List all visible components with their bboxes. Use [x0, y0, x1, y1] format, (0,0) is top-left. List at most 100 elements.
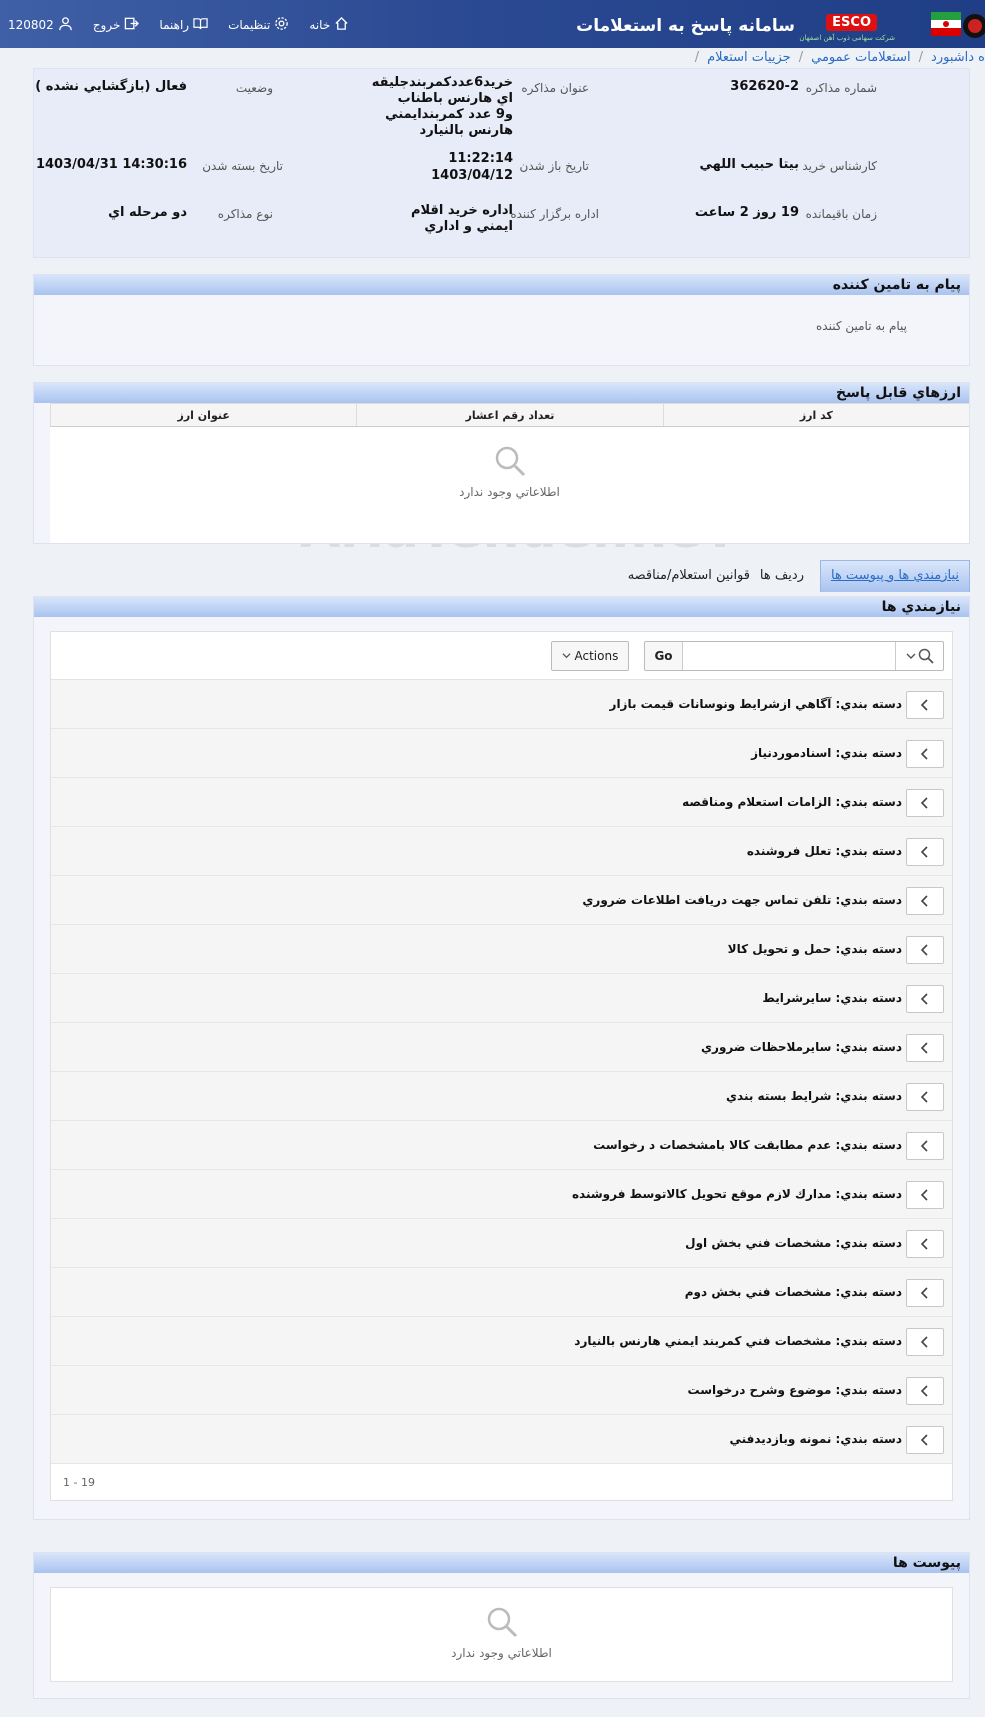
supplier-message-body: پيام به تامين كننده	[34, 295, 969, 365]
expand-group-button[interactable]	[906, 1426, 944, 1454]
pagination: 1 - 19	[51, 1464, 952, 1500]
chevron-down-icon	[562, 653, 571, 659]
expand-group-button[interactable]	[906, 838, 944, 866]
chevron-left-icon	[920, 1434, 928, 1446]
settings-label: تنظیمات	[228, 18, 271, 32]
group-row: دسته بندي: اسنادموردنياز	[51, 729, 952, 778]
expand-group-button[interactable]	[906, 1132, 944, 1160]
esco-subtitle: شركت سهامی ذوب آهن اصفهان	[799, 34, 895, 42]
number-value: 362620-2	[730, 79, 799, 94]
actions-button[interactable]: Actions	[551, 641, 629, 671]
group-label: دسته بندي: سايرملاحظات ضروري	[701, 1040, 902, 1054]
expand-group-button[interactable]	[906, 1181, 944, 1209]
open-time-value: 11:22:14	[448, 151, 513, 166]
currencies-table: كد ارز تعداد رقم اعشار عنوان ارز اطلاعات…	[50, 403, 969, 543]
column-decimal-digits[interactable]: تعداد رقم اعشار	[356, 404, 662, 426]
expand-group-button[interactable]	[906, 1328, 944, 1356]
help-link[interactable]: راهنما	[151, 16, 216, 34]
gear-icon	[274, 16, 289, 34]
chevron-left-icon	[920, 846, 928, 858]
home-icon	[334, 16, 349, 34]
expand-group-button[interactable]	[906, 985, 944, 1013]
currencies-header-row: كد ارز تعداد رقم اعشار عنوان ارز	[50, 403, 969, 427]
inquiry-info-panel: شماره مذاكره 362620-2 عنوان مذاكره خريد6…	[33, 68, 970, 258]
group-label: دسته بندي: عدم مطابقت كالا بامشخصات د رخ…	[593, 1138, 902, 1152]
go-button[interactable]: Go	[645, 642, 683, 670]
search-column-selector[interactable]	[895, 642, 943, 670]
attachments-empty-text: اطلاعاتي وجود ندارد	[451, 1646, 552, 1660]
expand-group-button[interactable]	[906, 1230, 944, 1258]
home-link[interactable]: خانه	[301, 16, 357, 34]
expand-group-button[interactable]	[906, 740, 944, 768]
group-label: دسته بندي: حمل و تحويل كالا	[727, 942, 902, 956]
chevron-left-icon	[920, 699, 928, 711]
actions-label: Actions	[574, 649, 619, 663]
supplier-message-region: پيام به تامين كننده پيام به تامين كننده	[33, 274, 970, 366]
currencies-empty-text: اطلاعاتي وجود ندارد	[459, 485, 560, 499]
attachments-empty: اطلاعاتي وجود ندارد	[51, 1604, 952, 1660]
breadcrumb: ه داشبورد / استعلامات عمومي / جزييات است…	[695, 46, 985, 68]
expand-group-button[interactable]	[906, 1083, 944, 1111]
supplier-message-title: پيام به تامين كننده	[34, 275, 969, 295]
search-bar: Go	[644, 641, 944, 671]
chevron-left-icon	[920, 944, 928, 956]
tabs-bar: نيازمندي ها و پيوست ها رديف ها قوانين اس…	[33, 560, 970, 596]
group-label: دسته بندي: مشخصات فني بخش دوم	[684, 1285, 902, 1299]
tab-rules[interactable]: قوانين استعلام/مناقصه	[628, 568, 750, 583]
expand-group-button[interactable]	[906, 887, 944, 915]
chevron-left-icon	[920, 1140, 928, 1152]
currencies-region: ارزهاي قابل پاسخ كد ارز تعداد رقم اعشار …	[33, 382, 970, 544]
office-value: اداره خريد اقلام ايمني و اداري	[410, 203, 513, 234]
expand-group-button[interactable]	[906, 789, 944, 817]
expand-group-button[interactable]	[906, 1377, 944, 1405]
chevron-left-icon	[920, 1091, 928, 1103]
group-row: دسته بندي: مشخصات فني بخش دوم	[51, 1268, 952, 1317]
remaining-value: 19 روز 2 ساعت	[694, 205, 799, 220]
chevron-left-icon	[920, 797, 928, 809]
column-currency-code[interactable]: كد ارز	[662, 404, 969, 426]
expand-group-button[interactable]	[906, 1279, 944, 1307]
chevron-left-icon	[920, 895, 928, 907]
group-row: دسته بندي: تلفن تماس جهت دريافت اطلاعات …	[51, 876, 952, 925]
group-row: دسته بندي: حمل و تحويل كالا	[51, 925, 952, 974]
group-row: دسته بندي: موضوع وشرح درخواست	[51, 1366, 952, 1415]
tab-items[interactable]: رديف ها	[760, 568, 804, 583]
search-input[interactable]	[683, 642, 895, 670]
requirements-toolbar: Go Actions	[51, 632, 952, 680]
supplier-message-label: پيام به تامين كننده	[816, 319, 907, 333]
remaining-label: زمان باقيمانده	[805, 207, 877, 221]
group-label: دسته بندي: اسنادموردنياز	[751, 746, 902, 760]
breadcrumb-public-inquiries[interactable]: استعلامات عمومي	[811, 50, 911, 65]
user-id: 120802	[8, 18, 54, 32]
breadcrumb-separator: /	[918, 49, 924, 65]
breadcrumb-dashboard[interactable]: ه داشبورد	[931, 50, 985, 65]
number-label: شماره مذاكره	[805, 81, 877, 95]
open-day-value: 1403/04/12	[431, 168, 513, 183]
column-currency-title[interactable]: عنوان ارز	[50, 404, 356, 426]
group-label: دسته بندي: تعلل فروشنده	[746, 844, 902, 858]
user-menu[interactable]: 120802	[0, 16, 81, 34]
breadcrumb-inquiry-details[interactable]: جزييات استعلام	[707, 50, 791, 65]
buyer-value: بيتا حبيب اللهي	[699, 157, 799, 172]
settings-link[interactable]: تنظیمات	[220, 16, 297, 34]
currencies-title: ارزهاي قابل پاسخ	[34, 383, 969, 403]
requirements-group-list: دسته بندي: آگاهي ازشرايط ونوسانات قيمت ب…	[51, 680, 952, 1464]
top-nav: 120802 خروج راهنما تنظیمات خانه	[0, 16, 357, 34]
tab-requirements-attachments[interactable]: نيازمندي ها و پيوست ها	[820, 560, 970, 592]
group-row: دسته بندي: آگاهي ازشرايط ونوسانات قيمت ب…	[51, 680, 952, 729]
logout-link[interactable]: خروج	[85, 16, 148, 34]
type-label: نوع مذاكره	[217, 207, 273, 221]
chevron-left-icon	[920, 1336, 928, 1348]
page-content: شماره مذاكره 362620-2 عنوان مذاكره خريد6…	[33, 68, 970, 1699]
expand-group-button[interactable]	[906, 691, 944, 719]
chevron-down-icon	[906, 653, 915, 659]
logout-icon	[124, 16, 140, 34]
expand-group-button[interactable]	[906, 1034, 944, 1062]
magnifier-icon	[495, 446, 525, 477]
open-date-label: تاريخ باز شدن	[519, 159, 589, 173]
status-value: فعال (بازگشايي نشده )	[35, 79, 187, 94]
chevron-left-icon	[920, 993, 928, 1005]
expand-group-button[interactable]	[906, 936, 944, 964]
attachments-title: پيوست ها	[34, 1553, 969, 1573]
group-row: دسته بندي: عدم مطابقت كالا بامشخصات د رخ…	[51, 1121, 952, 1170]
